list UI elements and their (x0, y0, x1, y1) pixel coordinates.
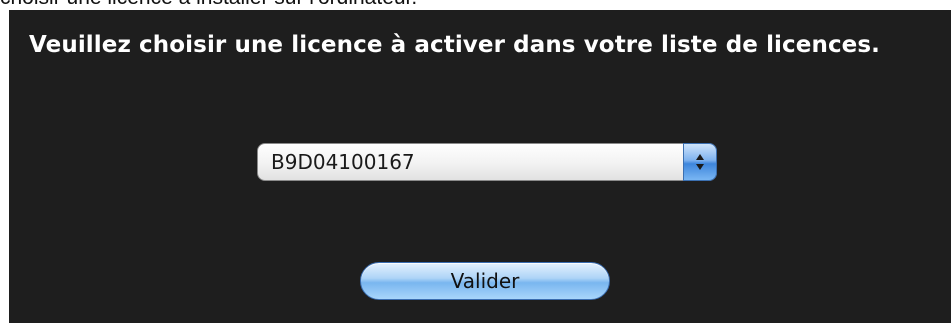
page: choisir une licence à installer sur l'or… (0, 0, 951, 323)
top-caption: choisir une licence à installer sur l'or… (0, 0, 417, 10)
prompt-text: Veuillez choisir une licence à activer d… (29, 32, 881, 58)
license-dialog-panel: Veuillez choisir une licence à activer d… (9, 10, 951, 323)
up-down-arrows-icon (696, 154, 704, 170)
license-select[interactable]: B9D04100167 (257, 143, 717, 181)
license-select-value: B9D04100167 (271, 150, 415, 174)
up-down-stepper-icon[interactable] (683, 143, 717, 181)
validate-button[interactable]: Valider (360, 262, 610, 300)
